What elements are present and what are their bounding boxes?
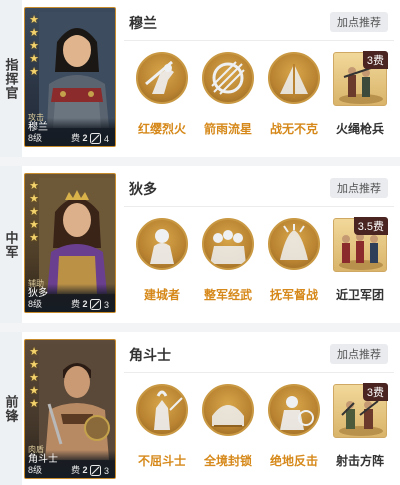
troop-item[interactable]: 3费 火绳枪兵 <box>333 51 388 146</box>
star-icon: ★ <box>29 193 39 205</box>
skill-label: 抚军督战 <box>269 288 318 302</box>
cost-value: 2 <box>82 299 88 309</box>
star-rating: ★ ★ ★ ★ ★ <box>27 180 41 245</box>
divider <box>124 206 394 207</box>
divider <box>124 40 394 41</box>
star-rating: ★ ★ ★ ★ ★ <box>27 346 41 411</box>
hero-row: 前锋 ★ ★ ★ ★ ★ 肉盾 角斗士 8级 费 2 3 角斗士 加点推荐 不屈… <box>0 332 400 485</box>
skill-icon <box>268 384 320 436</box>
skill-icon <box>202 218 254 270</box>
star-icon: ★ <box>29 40 39 52</box>
skill-item[interactable]: 绝地反击 <box>263 382 325 476</box>
hero-portrait <box>39 12 115 128</box>
troop-label: 近卫军团 <box>335 288 384 302</box>
star-rating: ★ ★ ★ ★ ★ <box>27 14 41 79</box>
hero-portrait <box>39 344 115 460</box>
troop-cost-badge: 3.5费 <box>353 217 388 235</box>
hero-level: 8级 <box>28 133 43 143</box>
skill-item[interactable]: 红缨烈火 <box>131 50 193 144</box>
skill-item[interactable]: 整军经武 <box>197 216 259 310</box>
hero-name: 穆兰 <box>129 15 157 31</box>
cost-label: 费 <box>71 133 81 143</box>
tactic-count: 3 <box>104 466 110 476</box>
divider <box>124 372 394 373</box>
skill-label: 绝地反击 <box>269 454 318 468</box>
skill-label: 全境封锁 <box>203 454 252 468</box>
troop-cost-badge: 3费 <box>362 383 388 401</box>
skill-label: 建城者 <box>143 288 180 302</box>
star-icon: ★ <box>29 53 39 65</box>
hero-level: 8级 <box>28 299 43 309</box>
troop-item[interactable]: 3.5费 近卫军团 <box>333 217 388 312</box>
cost-value: 2 <box>82 465 88 475</box>
skill-icon <box>136 218 188 270</box>
tactic-count: 4 <box>104 134 110 144</box>
star-icon: ★ <box>29 385 39 397</box>
star-icon: ★ <box>29 372 39 384</box>
role-label: 指挥官 <box>3 57 19 100</box>
skill-icon <box>136 384 188 436</box>
hero-row: 中军 ★ ★ ★ ★ ★ 辅助 狄多 8级 费 2 3 狄多 加点推荐 建城者 … <box>0 166 400 323</box>
skill-icon <box>268 218 320 270</box>
hero-card[interactable]: ★ ★ ★ ★ ★ 肉盾 角斗士 8级 费 2 3 <box>24 339 116 479</box>
hero-portrait <box>39 178 115 294</box>
skill-icon <box>202 384 254 436</box>
tactic-icon <box>90 299 101 310</box>
star-icon: ★ <box>29 14 39 26</box>
troop-item[interactable]: 3费 射击方阵 <box>333 383 388 478</box>
skill-label: 箭雨流星 <box>203 122 252 136</box>
star-icon: ★ <box>29 346 39 358</box>
star-icon: ★ <box>29 66 39 78</box>
skill-icon <box>268 52 320 104</box>
troop-label: 射击方阵 <box>335 454 384 468</box>
skill-item[interactable]: 不屈斗士 <box>131 382 193 476</box>
hero-level: 8级 <box>28 465 43 475</box>
star-icon: ★ <box>29 180 39 192</box>
recommend-button[interactable]: 加点推荐 <box>330 344 388 364</box>
tactic-icon <box>90 465 101 476</box>
star-icon: ★ <box>29 206 39 218</box>
recommend-button[interactable]: 加点推荐 <box>330 178 388 198</box>
hero-name: 角斗士 <box>129 347 171 363</box>
hero-card[interactable]: ★ ★ ★ ★ ★ 辅助 狄多 8级 费 2 3 <box>24 173 116 313</box>
skill-item[interactable]: 抚军督战 <box>263 216 325 310</box>
role-label: 前锋 <box>3 394 19 423</box>
skill-item[interactable]: 战无不克 <box>263 50 325 144</box>
hero-cost: 费 2 <box>71 297 88 310</box>
skill-icon <box>136 52 188 104</box>
recommend-button[interactable]: 加点推荐 <box>330 12 388 32</box>
skill-icon <box>202 52 254 104</box>
star-icon: ★ <box>29 359 39 371</box>
skill-label: 不屈斗士 <box>137 454 186 468</box>
hero-cost: 费 2 <box>71 131 88 144</box>
cost-label: 费 <box>71 299 81 309</box>
star-icon: ★ <box>29 27 39 39</box>
cost-value: 2 <box>82 133 88 143</box>
troop-label: 火绳枪兵 <box>335 122 384 136</box>
skill-label: 整军经武 <box>203 288 252 302</box>
hero-card[interactable]: ★ ★ ★ ★ ★ 攻击 穆兰 8级 费 2 4 <box>24 7 116 147</box>
hero-name: 狄多 <box>129 181 157 197</box>
troop-cost-badge: 3费 <box>362 51 388 69</box>
cost-label: 费 <box>71 465 81 475</box>
star-icon: ★ <box>29 398 39 410</box>
skill-label: 战无不克 <box>269 122 318 136</box>
tactic-count: 3 <box>104 300 110 310</box>
skill-item[interactable]: 建城者 <box>131 216 193 310</box>
tactic-icon <box>90 133 101 144</box>
star-icon: ★ <box>29 219 39 231</box>
hero-cost: 费 2 <box>71 463 88 476</box>
skill-item[interactable]: 箭雨流星 <box>197 50 259 144</box>
role-label: 中军 <box>3 230 19 259</box>
skill-item[interactable]: 全境封锁 <box>197 382 259 476</box>
skill-label: 红缨烈火 <box>137 122 186 136</box>
hero-row: 指挥官 ★ ★ ★ ★ ★ 攻击 穆兰 8级 费 2 4 穆兰 加点推荐 红缨烈… <box>0 0 400 157</box>
star-icon: ★ <box>29 232 39 244</box>
